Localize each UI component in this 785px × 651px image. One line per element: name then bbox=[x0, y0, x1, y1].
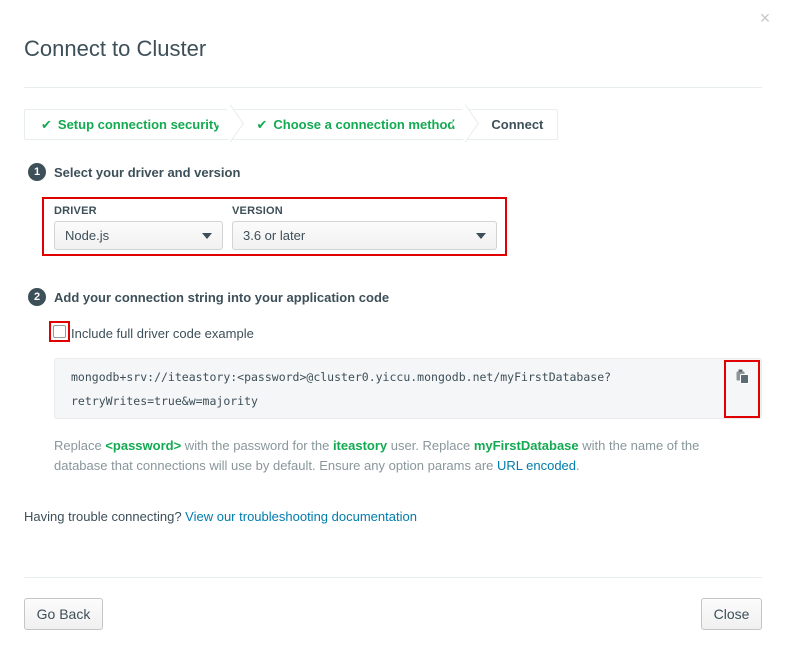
step-number-badge: 1 bbox=[28, 163, 46, 181]
troubleshooting-text: Having trouble connecting? View our trou… bbox=[24, 509, 417, 524]
wizard-steps: ✔ Setup connection security ✔ Choose a c… bbox=[24, 109, 559, 140]
caret-down-icon bbox=[202, 233, 212, 239]
checkbox-label[interactable]: Include full driver code example bbox=[71, 326, 254, 341]
url-encoded-link[interactable]: URL encoded bbox=[497, 458, 576, 473]
go-back-button[interactable]: Go Back bbox=[24, 598, 103, 630]
driver-label: DRIVER bbox=[54, 205, 97, 217]
close-button[interactable]: Close bbox=[701, 598, 762, 630]
divider bbox=[24, 87, 762, 88]
check-icon: ✔ bbox=[41, 116, 52, 132]
step-setup-security[interactable]: ✔ Setup connection security bbox=[25, 110, 234, 139]
step-label: Choose a connection method bbox=[273, 117, 456, 132]
section-title: Add your connection string into your app… bbox=[54, 289, 390, 305]
help-text: . bbox=[576, 458, 580, 473]
modal-title: Connect to Cluster bbox=[24, 36, 207, 61]
replace-password-help: Replace <password> with the password for… bbox=[54, 436, 754, 476]
help-text: with the password for the bbox=[181, 438, 333, 453]
troubleshooting-link[interactable]: View our troubleshooting documentation bbox=[185, 509, 417, 524]
step-connect[interactable]: Connect bbox=[469, 110, 557, 139]
connection-string-line-2: retryWrites=true&w=majority bbox=[71, 394, 258, 408]
section-select-driver: 1 Select your driver and version bbox=[28, 163, 240, 181]
password-token: <password> bbox=[105, 438, 182, 453]
step-number-badge: 2 bbox=[28, 288, 46, 306]
trouble-label: Having trouble connecting? bbox=[24, 509, 186, 524]
driver-select-value: Node.js bbox=[65, 228, 110, 243]
step-label: Connect bbox=[491, 117, 544, 132]
version-select-value: 3.6 or later bbox=[243, 228, 306, 243]
username-token: iteastory bbox=[332, 438, 388, 453]
copy-icon[interactable] bbox=[736, 369, 750, 384]
check-icon: ✔ bbox=[256, 116, 268, 132]
version-label: VERSION bbox=[232, 205, 283, 217]
caret-down-icon bbox=[476, 233, 486, 239]
help-text: Replace bbox=[54, 438, 106, 453]
driver-select[interactable]: Node.js bbox=[54, 221, 223, 250]
full-driver-code-checkbox[interactable] bbox=[53, 325, 66, 338]
section-title: Select your driver and version bbox=[54, 164, 241, 180]
close-icon[interactable]: × bbox=[757, 9, 773, 27]
connection-string-block: mongodb+srv://iteastory:<password>@clust… bbox=[54, 358, 762, 419]
step-label: Setup connection security bbox=[57, 117, 221, 132]
help-text: user. Replace bbox=[387, 438, 474, 453]
version-select[interactable]: 3.6 or later bbox=[232, 221, 497, 250]
divider bbox=[24, 577, 762, 578]
step-connection-method[interactable]: ✔ Choose a connection method bbox=[234, 110, 469, 139]
database-token: myFirstDatabase bbox=[473, 438, 579, 453]
connection-string-line-1: mongodb+srv://iteastory:<password>@clust… bbox=[71, 370, 612, 384]
section-connection-string: 2 Add your connection string into your a… bbox=[28, 288, 389, 306]
